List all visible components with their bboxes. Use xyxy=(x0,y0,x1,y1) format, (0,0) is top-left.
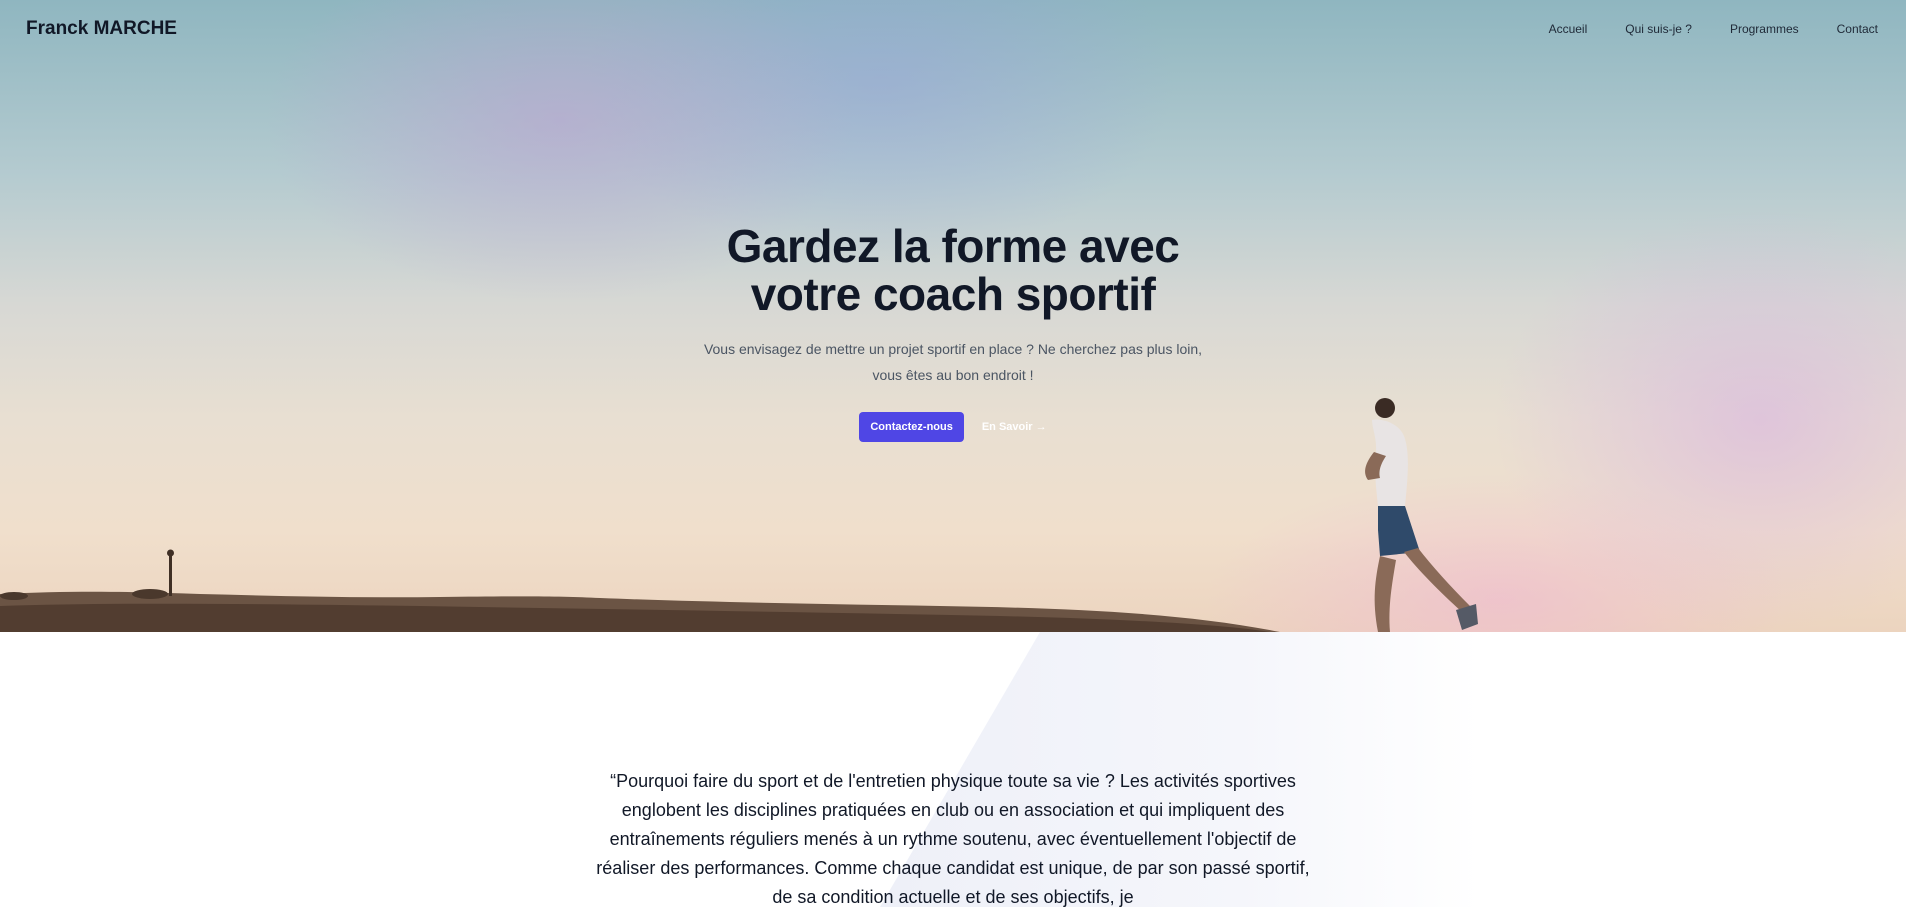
learn-more-link[interactable]: En Savoir → xyxy=(982,421,1047,433)
brand-logo[interactable]: Franck MARCHE xyxy=(26,18,177,40)
hero-actions: Contactez-nous En Savoir → xyxy=(0,412,1906,442)
nav-link-programmes[interactable]: Programmes xyxy=(1730,22,1799,36)
nav-link-contact[interactable]: Contact xyxy=(1837,22,1878,36)
nav-link-qui-suis-je[interactable]: Qui suis-je ? xyxy=(1625,22,1692,36)
hero-subtitle: Vous envisagez de mettre un projet sport… xyxy=(683,336,1223,388)
hero-subtitle-line-1: Vous envisagez de mettre un projet sport… xyxy=(703,341,1203,357)
quote-section: “Pourquoi faire du sport et de l'entreti… xyxy=(0,632,1906,907)
quote-text: “Pourquoi faire du sport et de l'entreti… xyxy=(596,771,1310,907)
nav-links: Accueil Qui suis-je ? Programmes Contact xyxy=(1549,22,1878,36)
hero-section: Franck MARCHE Accueil Qui suis-je ? Prog… xyxy=(0,0,1906,632)
hero-title: Gardez la forme avec votre coach sportif xyxy=(643,222,1263,318)
contact-button[interactable]: Contactez-nous xyxy=(859,412,964,442)
hero-content: Gardez la forme avec votre coach sportif… xyxy=(0,222,1906,442)
hero-subtitle-line-2: vous êtes au bon endroit ! xyxy=(872,367,1034,383)
top-navbar: Franck MARCHE Accueil Qui suis-je ? Prog… xyxy=(0,0,1906,60)
hero-title-line-2: votre coach sportif xyxy=(750,268,1156,320)
nav-link-accueil[interactable]: Accueil xyxy=(1549,22,1588,36)
hero-title-line-1: Gardez la forme avec xyxy=(726,220,1180,272)
